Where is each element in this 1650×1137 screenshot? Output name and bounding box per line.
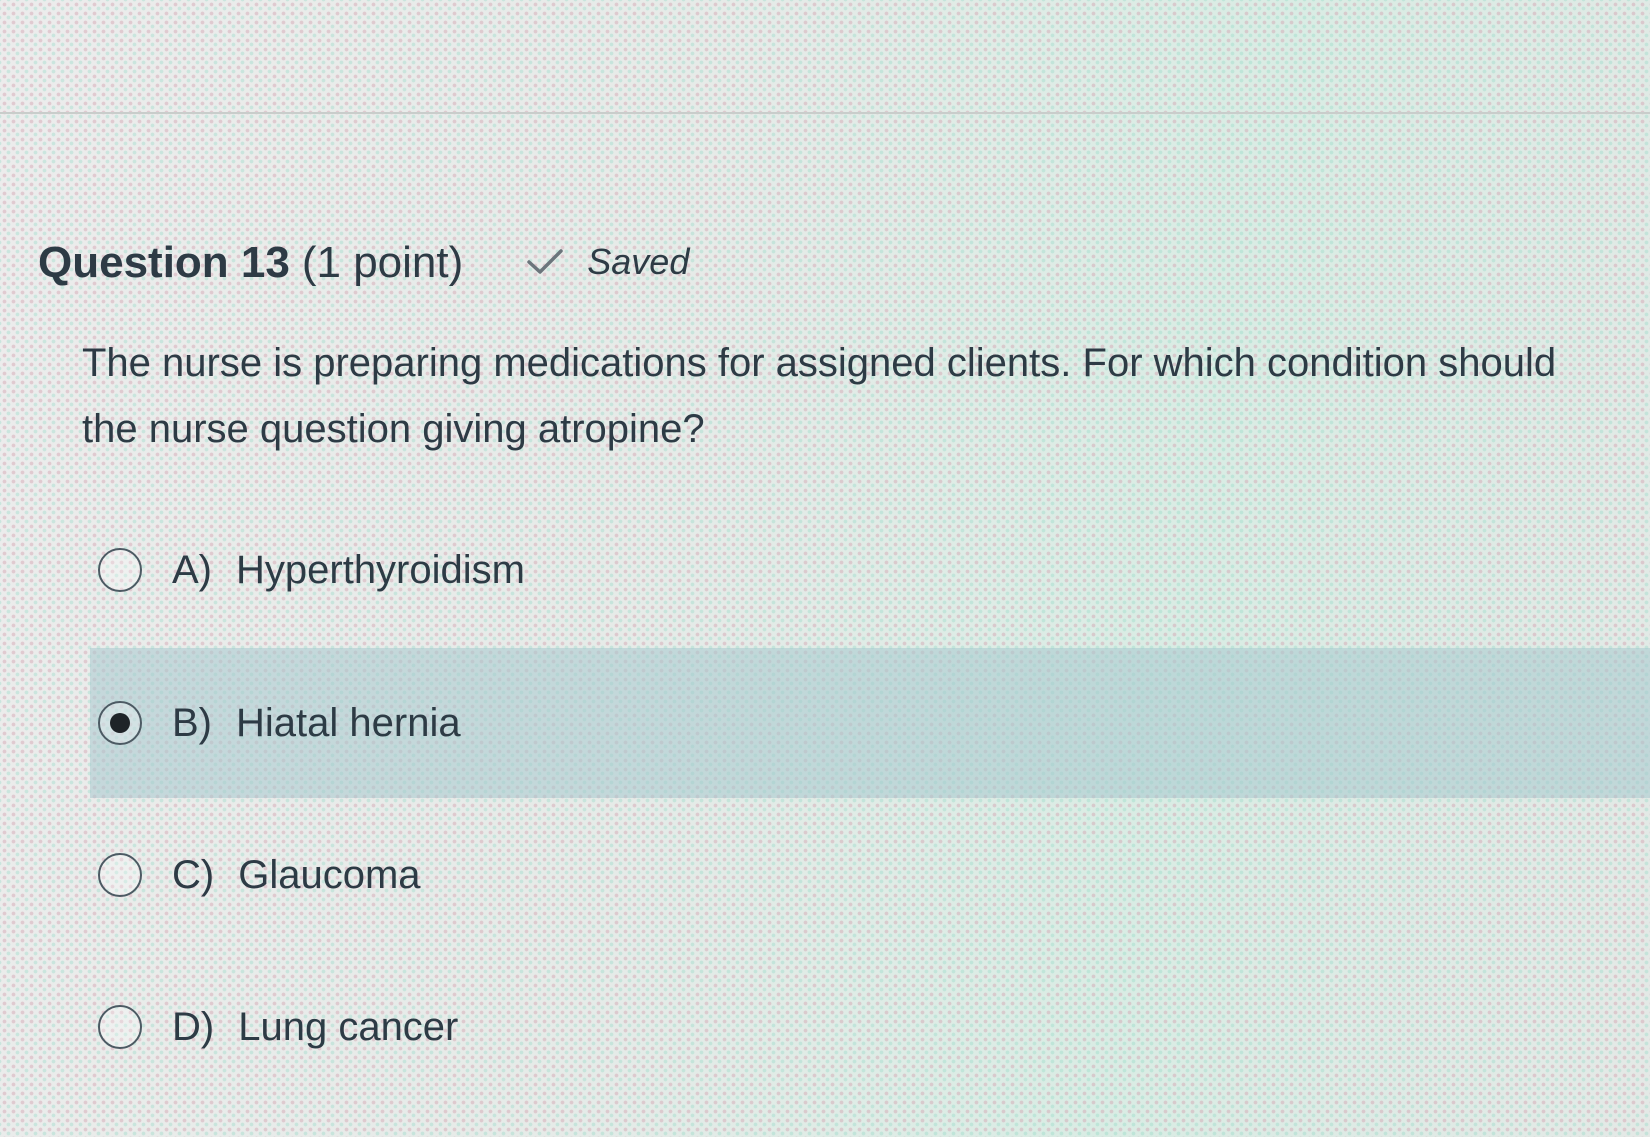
saved-status: Saved xyxy=(525,241,689,283)
top-divider xyxy=(0,112,1650,114)
option-label: Lung cancer xyxy=(238,1004,459,1049)
option-letter: D) xyxy=(172,1004,215,1049)
saved-label: Saved xyxy=(587,241,690,282)
option-letter: A) xyxy=(172,547,212,592)
answer-option-d[interactable]: D) Lung cancer xyxy=(90,952,1650,1102)
radio-button-icon[interactable] xyxy=(98,1005,142,1049)
answer-option-c[interactable]: C) Glaucoma xyxy=(90,800,1650,950)
radio-button-icon[interactable] xyxy=(98,548,142,592)
question-prompt-line-2: the nurse question giving atropine? xyxy=(82,407,705,451)
option-letter: C) xyxy=(172,852,215,897)
option-label: Hyperthyroidism xyxy=(236,547,525,592)
option-letter: B) xyxy=(172,700,212,745)
radio-button-icon[interactable] xyxy=(98,701,142,745)
question-points: (1 point) xyxy=(301,238,464,287)
answer-option-b[interactable]: B) Hiatal hernia xyxy=(90,648,1650,798)
radio-button-icon[interactable] xyxy=(98,853,142,897)
checkmark-icon xyxy=(527,249,564,274)
answer-option-a[interactable]: A) Hyperthyroidism xyxy=(90,495,1650,645)
question-title: Question 13 xyxy=(38,238,290,287)
option-label: Glaucoma xyxy=(238,852,421,897)
radio-selected-dot xyxy=(110,713,130,733)
question-header: Question 13 (1 point) Saved xyxy=(38,238,689,288)
option-label: Hiatal hernia xyxy=(236,700,461,745)
question-prompt-line-1: The nurse is preparing medications for a… xyxy=(82,341,1557,385)
question-prompt: The nurse is preparing medications for a… xyxy=(82,330,1650,462)
